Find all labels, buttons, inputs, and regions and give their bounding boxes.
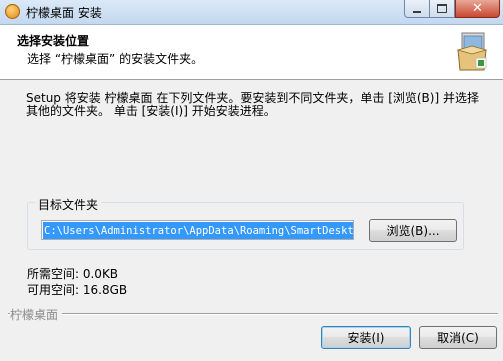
available-space: 可用空间: 16.8GB (27, 283, 128, 297)
page-title: 选择安装位置 (17, 34, 90, 48)
close-icon: ✕ (472, 1, 483, 16)
close-button[interactable]: ✕ (455, 0, 500, 18)
page-subtitle: 选择 “柠檬桌面” 的安装文件夹。 (27, 52, 204, 66)
maximize-button[interactable] (430, 0, 455, 18)
header-panel: 选择安装位置 选择 “柠檬桌面” 的安装文件夹。 (0, 25, 503, 80)
destination-path-input[interactable]: C:\Users\Administrator\AppData\Roaming\S… (41, 220, 354, 240)
window-title: 柠檬桌面 安装 (26, 6, 102, 20)
destination-path-value: C:\Users\Administrator\AppData\Roaming\S… (43, 222, 353, 239)
cancel-button[interactable]: 取消(C) (419, 326, 497, 349)
maximize-icon (437, 4, 447, 13)
browse-button[interactable]: 浏览(B)... (369, 219, 457, 242)
instructions-text: Setup 将安装 柠檬桌面 在下列文件夹。要安装到不同文件夹，单击 [浏览(B… (26, 91, 479, 118)
required-space: 所需空间: 0.0KB (27, 267, 119, 281)
title-bar[interactable]: 柠檬桌面 安装 ✕ (0, 0, 503, 25)
brand-label: 柠檬桌面 (10, 306, 63, 323)
install-button[interactable]: 安装(I) (321, 326, 411, 349)
destination-legend: 目标文件夹 (35, 196, 102, 213)
installer-box-icon (456, 32, 488, 71)
minimize-icon (413, 10, 421, 13)
footer-divider (8, 313, 498, 315)
minimize-button[interactable] (404, 0, 430, 18)
app-icon (5, 4, 20, 19)
